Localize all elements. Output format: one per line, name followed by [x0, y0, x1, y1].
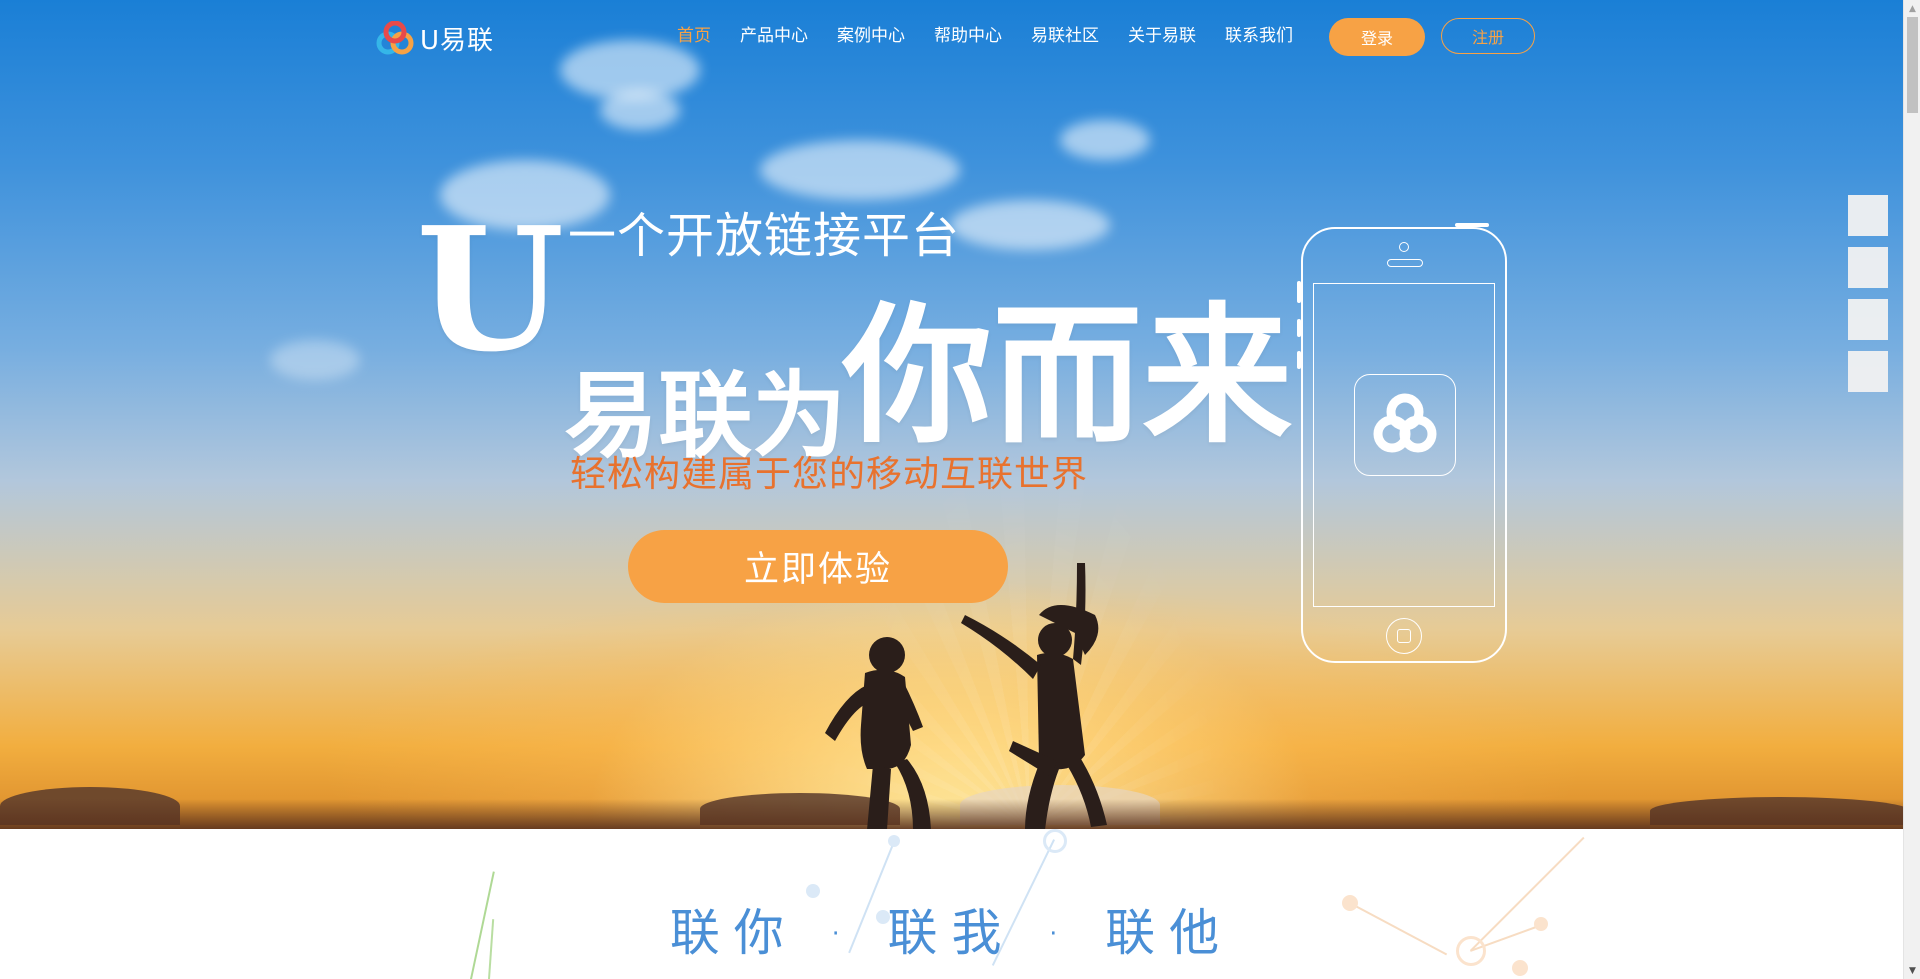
network-dot	[1043, 829, 1067, 853]
nav-item-home[interactable]: 首页	[677, 24, 711, 48]
scroll-down-icon[interactable]: ▼	[1904, 962, 1920, 979]
phone-app-icon	[1354, 374, 1456, 476]
cloud	[600, 90, 680, 130]
hero-subtitle: 轻松构建属于您的移动互联世界	[570, 454, 1089, 495]
nav-item-help[interactable]: 帮助中心	[934, 24, 1002, 48]
main-nav: 首页 产品中心 案例中心 帮助中心 易联社区 关于易联 联系我们	[677, 24, 1322, 48]
login-button[interactable]: 登录	[1329, 18, 1425, 56]
floating-tool-2[interactable]	[1848, 247, 1888, 288]
page-scrollbar[interactable]: ▲ ▼	[1903, 0, 1920, 979]
nav-item-products[interactable]: 产品中心	[740, 24, 808, 48]
scroll-thumb[interactable]	[1907, 17, 1918, 113]
logo-text: U易联	[420, 26, 495, 56]
nav-item-community[interactable]: 易联社区	[1031, 24, 1099, 48]
cloud	[1060, 120, 1150, 160]
floating-toolbar	[1848, 195, 1888, 392]
logo-icon	[376, 20, 414, 57]
nav-item-about[interactable]: 关于易联	[1128, 24, 1196, 48]
phone-illustration	[1297, 223, 1507, 663]
nav-item-contact[interactable]: 联系我们	[1225, 24, 1293, 48]
network-dot	[888, 835, 900, 847]
section-title: 联你 · 联我 · 联他	[669, 904, 1234, 962]
try-now-button[interactable]: 立即体验	[628, 530, 1008, 603]
phone-home-button	[1386, 618, 1422, 654]
nav-item-cases[interactable]: 案例中心	[837, 24, 905, 48]
register-button[interactable]: 注册	[1441, 18, 1535, 54]
floating-tool-4[interactable]	[1848, 351, 1888, 392]
phone-speaker	[1387, 259, 1423, 267]
cloud	[760, 140, 960, 200]
phone-side-button	[1297, 281, 1301, 303]
phone-power-button	[1455, 223, 1489, 227]
headline-u: U	[416, 190, 565, 390]
scroll-up-icon[interactable]: ▲	[1904, 0, 1920, 17]
cloud	[270, 340, 360, 380]
logo[interactable]: U易联	[376, 20, 494, 57]
phone-side-button	[1297, 351, 1301, 369]
floating-tool-3[interactable]	[1848, 299, 1888, 340]
floating-tool-1[interactable]	[1848, 195, 1888, 236]
phone-camera	[1399, 242, 1409, 252]
phone-side-button	[1297, 319, 1301, 337]
hero-headline: U易联为你而来	[416, 205, 1292, 471]
headline-big: 你而来	[842, 288, 1293, 464]
